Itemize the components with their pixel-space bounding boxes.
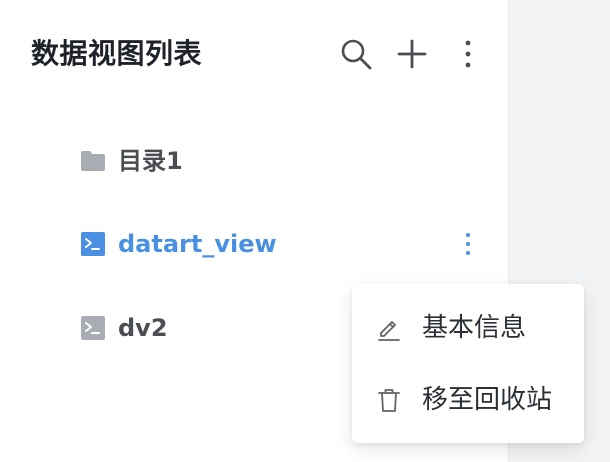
tree-item-label: dv2 — [118, 314, 168, 342]
more-button[interactable] — [449, 35, 487, 73]
plus-icon — [397, 39, 427, 69]
tree-item-datart-view[interactable]: datart_view — [0, 219, 508, 269]
folder-icon — [81, 151, 105, 171]
more-vertical-icon — [466, 233, 470, 255]
tree-item-label: datart_view — [118, 230, 277, 258]
search-button[interactable] — [337, 35, 375, 73]
terminal-icon — [81, 232, 105, 256]
panel-title: 数据视图列表 — [31, 37, 203, 70]
terminal-icon — [81, 316, 105, 340]
row-more-button[interactable] — [455, 229, 481, 259]
context-menu: 基本信息 移至回收站 — [352, 284, 584, 443]
menu-item-label: 基本信息 — [422, 313, 527, 343]
menu-item-basic-info[interactable]: 基本信息 — [352, 298, 584, 358]
edit-icon — [378, 321, 400, 341]
menu-item-label: 移至回收站 — [422, 385, 553, 415]
search-icon — [341, 39, 372, 70]
trash-icon — [378, 389, 400, 412]
tree-item-folder[interactable]: 目录1 — [0, 136, 508, 186]
tree-item-label: 目录1 — [118, 147, 183, 175]
add-button[interactable] — [393, 35, 431, 73]
more-vertical-icon — [465, 40, 471, 68]
menu-item-move-to-recycle-bin[interactable]: 移至回收站 — [352, 370, 584, 430]
